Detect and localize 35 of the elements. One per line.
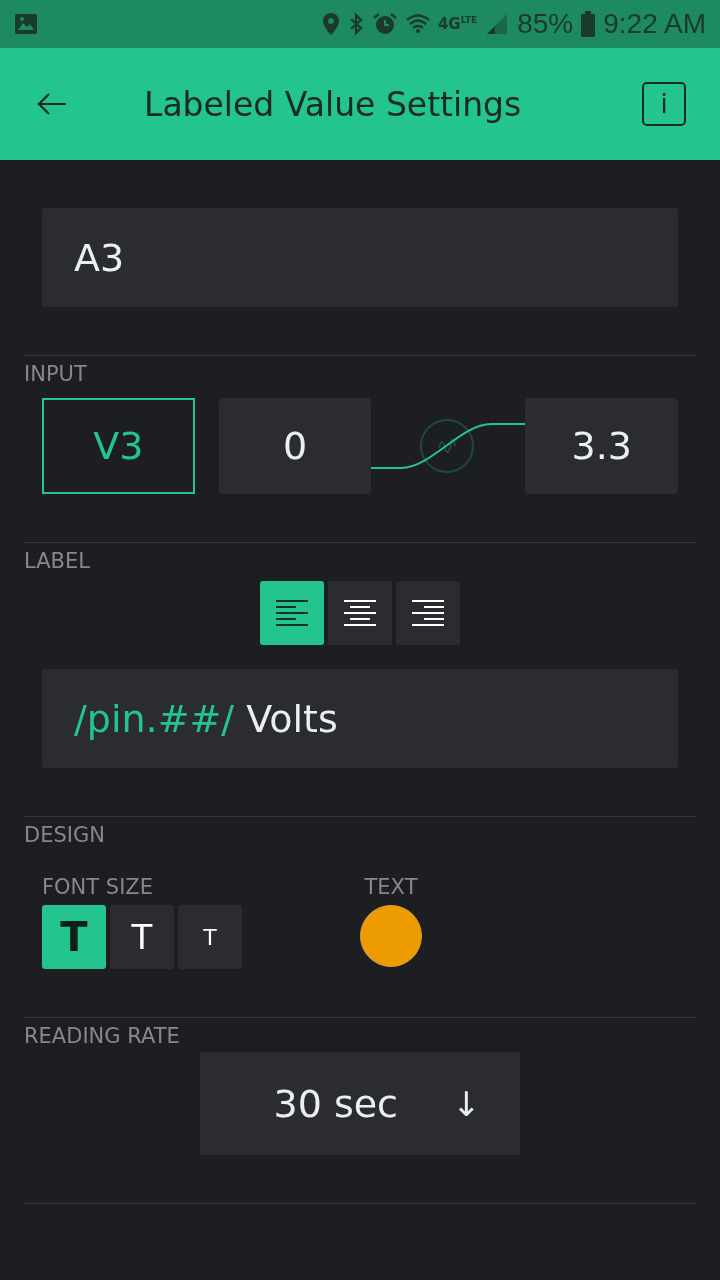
section-heading: LABEL [24, 549, 91, 575]
align-left-button[interactable] [260, 581, 324, 645]
align-center-icon [344, 600, 376, 626]
signal-icon [485, 12, 510, 36]
align-right-button[interactable] [396, 581, 460, 645]
label-field[interactable]: /pin.##/ Volts [42, 669, 678, 768]
section-heading: INPUT [24, 362, 88, 388]
network-subtype-text: LTE [460, 15, 478, 25]
back-button[interactable] [36, 92, 68, 116]
battery-percent: 85% [517, 8, 574, 40]
font-size-label: FONT SIZE [42, 875, 154, 901]
location-icon [321, 12, 340, 36]
battery-icon [581, 11, 596, 37]
reading-rate-dropdown[interactable]: 30 sec ↓ [200, 1052, 520, 1155]
network-type-text: 4G [437, 15, 461, 33]
font-size-medium-button[interactable]: T [110, 905, 174, 969]
back-arrow-icon [36, 92, 68, 116]
image-icon [14, 13, 38, 35]
section-heading: READING RATE [24, 1024, 181, 1050]
text-color-label: TEXT [364, 875, 418, 901]
align-center-button[interactable] [328, 581, 392, 645]
alarm-clock-icon [371, 12, 398, 36]
align-left-icon [276, 600, 308, 626]
pin-selector[interactable]: V3 [42, 398, 195, 494]
section-heading: DESIGN [24, 823, 106, 849]
clock-time: 9:22 AM [603, 8, 706, 40]
font-size-large-button[interactable]: T [42, 905, 106, 969]
wifi-icon [405, 12, 430, 36]
info-button[interactable]: i [642, 82, 686, 126]
font-size-small-button[interactable]: T [178, 905, 242, 969]
align-right-icon [412, 600, 444, 626]
screen-title: Labeled Value Settings [144, 84, 523, 124]
max-value-field[interactable]: 3.3 [525, 398, 678, 494]
min-value-field[interactable]: 0 [218, 398, 372, 494]
name-field[interactable]: A3 [42, 208, 678, 307]
